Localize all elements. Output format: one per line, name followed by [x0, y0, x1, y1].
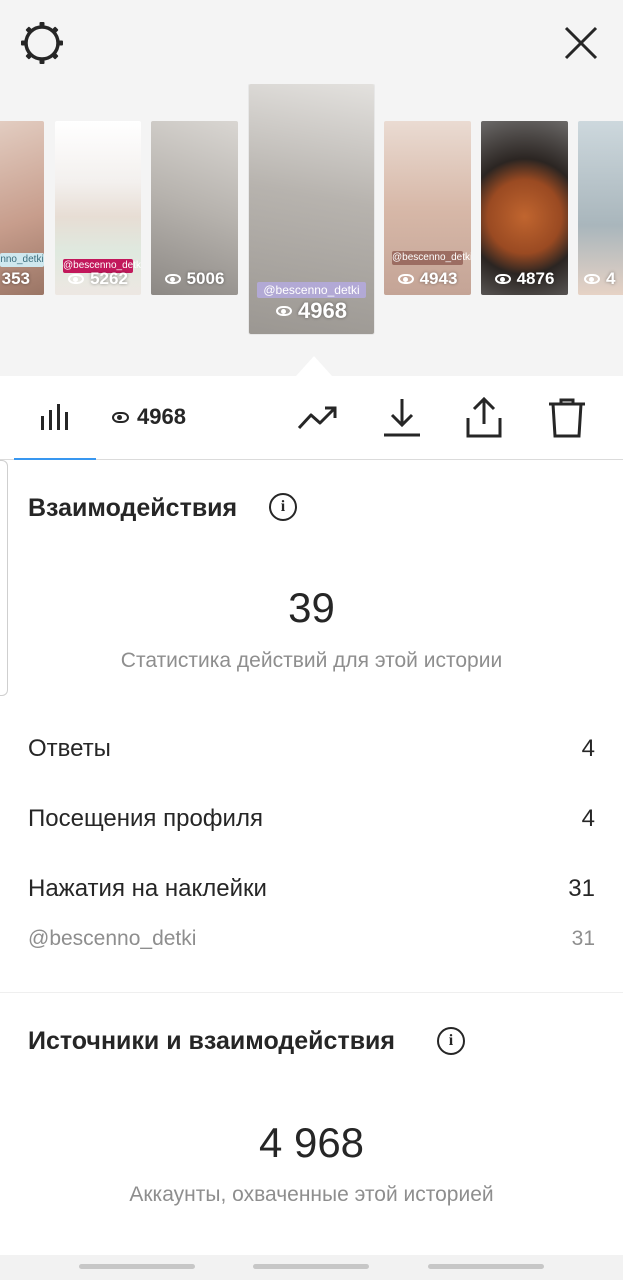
trash-icon[interactable]: [545, 396, 589, 440]
story-views: 4876: [481, 269, 568, 289]
gear-icon[interactable]: [19, 20, 65, 66]
eye-icon: [276, 306, 293, 316]
interactions-total: 39: [288, 584, 335, 631]
story-thumbnail-selected[interactable]: @bescenno_detki 4968: [249, 84, 374, 334]
trending-icon[interactable]: [296, 396, 340, 440]
close-icon[interactable]: [558, 20, 604, 66]
top-bar: [0, 0, 623, 84]
story-views: 4: [578, 269, 623, 289]
stat-row-sticker-taps: Нажатия на наклейки 31: [28, 875, 595, 902]
eye-icon: [494, 274, 511, 284]
views-value: 4968: [137, 404, 186, 429]
story-mention-tag: @bescenno_detki: [257, 282, 366, 298]
story-views: 4943: [384, 269, 471, 289]
story-action-bar: 4968: [0, 376, 623, 460]
section-divider: [0, 992, 623, 993]
nav-pill[interactable]: [79, 1264, 195, 1269]
story-views: 353: [1, 269, 30, 288]
stat-row-profile-visits: Посещения профиля 4: [28, 805, 595, 832]
story-mention-tag: nno_detki: [0, 253, 44, 267]
eye-icon: [584, 274, 600, 284]
selection-pointer: [296, 356, 332, 376]
story-mention-tag: @bescenno_detki: [392, 251, 471, 265]
info-icon[interactable]: i: [437, 1027, 465, 1055]
section-title-sources: Источники и взаимодействия: [28, 1027, 396, 1055]
story-views: 4968: [249, 298, 374, 324]
eye-icon: [164, 274, 181, 284]
story-thumbnail[interactable]: @bescenno_detki 4943: [384, 121, 471, 295]
eye-icon: [112, 411, 129, 423]
story-thumbnail[interactable]: 4: [578, 121, 623, 295]
insights-panel[interactable]: Взаимодействия i 39 Статистика действий …: [0, 460, 623, 1255]
sources-total: 4 968: [258, 1119, 365, 1166]
story-views: 5006: [151, 269, 238, 289]
eye-icon: [397, 274, 414, 284]
story-carousel[interactable]: nno_detki 353 @bescenno_detki 5262 5006 …: [0, 84, 623, 376]
story-thumbnail[interactable]: nno_detki 353: [0, 121, 44, 295]
story-thumbnail[interactable]: 5006: [151, 121, 238, 295]
nav-pill[interactable]: [253, 1264, 369, 1269]
interactions-caption: Статистика действий для этой истории: [120, 649, 503, 672]
stat-row-replies: Ответы 4: [28, 735, 595, 762]
story-views-count: 4968: [112, 404, 186, 430]
sources-caption: Аккаунты, охваченные этой историей: [129, 1183, 494, 1206]
tab-statistics[interactable]: [14, 376, 96, 460]
stat-row-sticker-mention: @bescenno_detki 31: [28, 927, 595, 950]
download-icon[interactable]: [380, 396, 424, 440]
info-icon[interactable]: i: [269, 493, 297, 521]
eye-icon: [68, 274, 85, 284]
system-nav-bar: [0, 1255, 623, 1280]
bar-chart-icon: [41, 404, 68, 430]
share-icon[interactable]: [462, 396, 506, 440]
nav-pill[interactable]: [428, 1264, 544, 1269]
story-thumbnail[interactable]: 4876: [481, 121, 568, 295]
section-title-interactions: Взаимодействия: [28, 494, 238, 522]
story-thumbnail[interactable]: @bescenno_detki 5262: [55, 121, 141, 295]
story-views: 5262: [55, 269, 141, 289]
